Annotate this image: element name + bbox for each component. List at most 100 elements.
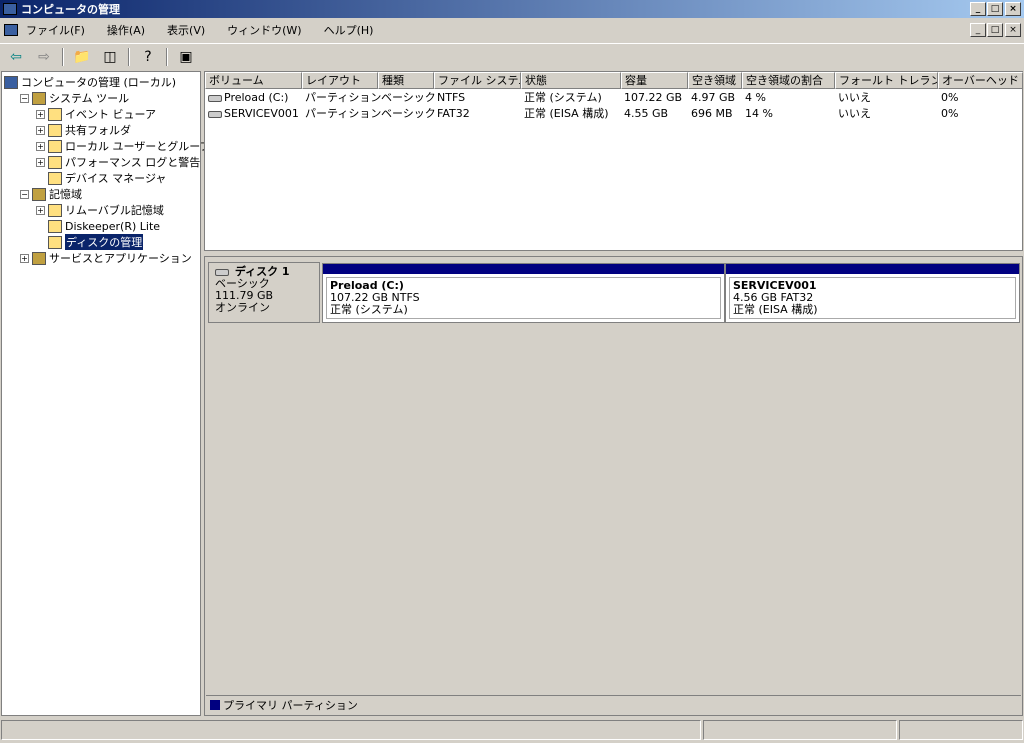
tree-item[interactable]: + イベント ビューア bbox=[36, 106, 156, 122]
properties-icon[interactable]: ▣ bbox=[176, 47, 196, 67]
table-cell: いいえ bbox=[838, 107, 871, 120]
tree-item-label: Diskeeper(R) Lite bbox=[65, 219, 161, 233]
tree-node-icon bbox=[4, 75, 18, 89]
tree-item[interactable]: ディスクの管理 bbox=[36, 234, 144, 250]
tree-item[interactable]: + ローカル ユーザーとグループ bbox=[36, 138, 211, 154]
tree-item[interactable]: − 記憶域 bbox=[20, 186, 82, 202]
column-header[interactable]: 種類 bbox=[378, 72, 434, 89]
table-cell: 正常 (EISA 構成) bbox=[524, 107, 609, 120]
menu-bar: ファイル(F) 操作(A) 表示(V) ウィンドウ(W) ヘルプ(H) _ □ … bbox=[0, 19, 1024, 41]
column-header[interactable]: レイアウト bbox=[302, 72, 378, 89]
table-cell: 0% bbox=[941, 91, 959, 104]
menu-view[interactable]: 表示(V) bbox=[167, 22, 205, 38]
volume-name: SERVICEV001 bbox=[224, 107, 299, 120]
computer-icon bbox=[3, 3, 17, 15]
column-header[interactable]: 容量 bbox=[621, 72, 688, 89]
tree-item-label: デバイス マネージャ bbox=[65, 172, 167, 185]
column-header[interactable]: ボリューム bbox=[205, 72, 302, 89]
tree-node-icon bbox=[48, 107, 62, 121]
tree-item-label: ローカル ユーザーとグループ bbox=[65, 140, 211, 153]
expander-icon[interactable]: − bbox=[20, 93, 29, 103]
expander-icon[interactable]: + bbox=[20, 253, 29, 263]
expander-icon[interactable]: − bbox=[20, 189, 29, 199]
partition-preload[interactable]: Preload (C:) 107.22 GB NTFS 正常 (システム) bbox=[322, 263, 725, 323]
tree-node-icon bbox=[32, 187, 46, 201]
tree-node-icon bbox=[48, 155, 62, 169]
window-title: コンピュータの管理 bbox=[21, 3, 120, 16]
tree-item[interactable]: + リムーバブル記憶域 bbox=[36, 202, 164, 218]
volume-name: Preload (C:) bbox=[224, 91, 289, 104]
up-folder-icon[interactable]: 📁 bbox=[72, 47, 92, 67]
toolbar-separator bbox=[128, 47, 130, 66]
expander-icon[interactable]: + bbox=[36, 157, 45, 167]
column-header[interactable]: オーバーヘッド bbox=[938, 72, 1023, 89]
tree-item-label: コンピュータの管理 (ローカル) bbox=[21, 76, 177, 89]
table-cell: 0% bbox=[941, 107, 959, 120]
disk-icon bbox=[215, 268, 229, 276]
table-cell[interactable]: SERVICEV001 bbox=[205, 106, 299, 122]
tree-item-label: 記憶域 bbox=[49, 188, 82, 201]
tree-item-label: イベント ビューア bbox=[65, 108, 157, 121]
tree-node-icon bbox=[48, 123, 62, 137]
tree-node-icon bbox=[48, 219, 62, 233]
show-hide-tree-icon[interactable]: ◫ bbox=[100, 47, 120, 67]
toolbar: ⇦ ⇨ 📁 ◫ ? ▣ bbox=[0, 43, 1024, 69]
toolbar-separator bbox=[166, 47, 168, 66]
partition-servicev001[interactable]: SERVICEV001 4.56 GB FAT32 正常 (EISA 構成) bbox=[725, 263, 1020, 323]
column-header[interactable]: 状態 bbox=[521, 72, 621, 89]
column-header[interactable]: ファイル システム bbox=[434, 72, 521, 89]
partition-color-bar bbox=[726, 264, 1019, 274]
disk-info[interactable]: ディスク 1 ベーシック 111.79 GB オンライン bbox=[208, 262, 320, 323]
tree-item[interactable]: デバイス マネージャ bbox=[36, 170, 166, 186]
minimize-button[interactable]: _ bbox=[970, 2, 986, 16]
console-tree: コンピュータの管理 (ローカル) − システム ツール + イベント ビューア + 共有フォ… bbox=[1, 71, 211, 716]
menu-file[interactable]: ファイル(F) bbox=[26, 22, 85, 38]
child-minimize-button[interactable]: _ bbox=[970, 23, 986, 37]
drive-icon bbox=[208, 110, 222, 118]
table-cell: 107.22 GB bbox=[624, 91, 683, 104]
tree-item[interactable]: + サービスとアプリケーション bbox=[20, 250, 192, 266]
help-icon[interactable]: ? bbox=[138, 47, 158, 67]
tree-item-label: システム ツール bbox=[49, 92, 130, 105]
column-header[interactable]: フォールト トレランス bbox=[835, 72, 938, 89]
tree-item-label: パフォーマンス ログと警告 bbox=[65, 156, 201, 169]
table-cell: ベーシック bbox=[381, 91, 436, 104]
tree-item[interactable]: Diskeeper(R) Lite bbox=[36, 218, 160, 234]
expander-icon[interactable]: + bbox=[36, 141, 45, 151]
table-cell: 4 % bbox=[745, 91, 766, 104]
menu-action[interactable]: 操作(A) bbox=[107, 22, 145, 38]
column-header[interactable]: 空き領域の割合 bbox=[742, 72, 835, 89]
table-cell: FAT32 bbox=[437, 107, 470, 120]
table-cell: いいえ bbox=[838, 91, 871, 104]
table-cell: パーティション bbox=[305, 91, 382, 104]
child-close-button[interactable]: × bbox=[1005, 23, 1021, 37]
drive-icon bbox=[208, 94, 222, 102]
forward-arrow-icon[interactable]: ⇨ bbox=[34, 47, 54, 67]
tree-item[interactable]: + パフォーマンス ログと警告 bbox=[36, 154, 200, 170]
tree-node-icon bbox=[48, 171, 62, 185]
table-cell: 4.97 GB bbox=[691, 91, 736, 104]
back-arrow-icon[interactable]: ⇦ bbox=[6, 47, 26, 67]
tree-item-label: リムーバブル記憶域 bbox=[65, 204, 164, 217]
tree-item[interactable]: コンピュータの管理 (ローカル) bbox=[4, 74, 176, 90]
expander-icon[interactable]: + bbox=[36, 109, 45, 119]
column-header[interactable]: 空き領域 bbox=[688, 72, 742, 89]
maximize-button[interactable]: □ bbox=[987, 2, 1003, 16]
menu-help[interactable]: ヘルプ(H) bbox=[324, 22, 374, 38]
expander-icon[interactable]: + bbox=[36, 205, 45, 215]
primary-partition-swatch bbox=[210, 700, 220, 710]
disk-status: オンライン bbox=[215, 301, 270, 314]
legend: プライマリ パーティション bbox=[206, 695, 1021, 714]
close-button[interactable]: × bbox=[1005, 2, 1021, 16]
tree-item-label: サービスとアプリケーション bbox=[49, 252, 192, 265]
partition-color-bar bbox=[323, 264, 724, 274]
volume-list: ボリューム レイアウト 種類 ファイル システム 状態 容量 空き領域 空き領域の割合 フォール… bbox=[204, 71, 1023, 251]
table-cell: 14 % bbox=[745, 107, 773, 120]
partition-status: 正常 (EISA 構成) bbox=[733, 303, 818, 316]
child-restore-button[interactable]: □ bbox=[987, 23, 1003, 37]
table-cell[interactable]: Preload (C:) bbox=[205, 90, 288, 106]
menu-window[interactable]: ウィンドウ(W) bbox=[227, 22, 301, 38]
expander-icon[interactable]: + bbox=[36, 125, 45, 135]
tree-item[interactable]: − システム ツール bbox=[20, 90, 129, 106]
tree-item[interactable]: + 共有フォルダ bbox=[36, 122, 131, 138]
